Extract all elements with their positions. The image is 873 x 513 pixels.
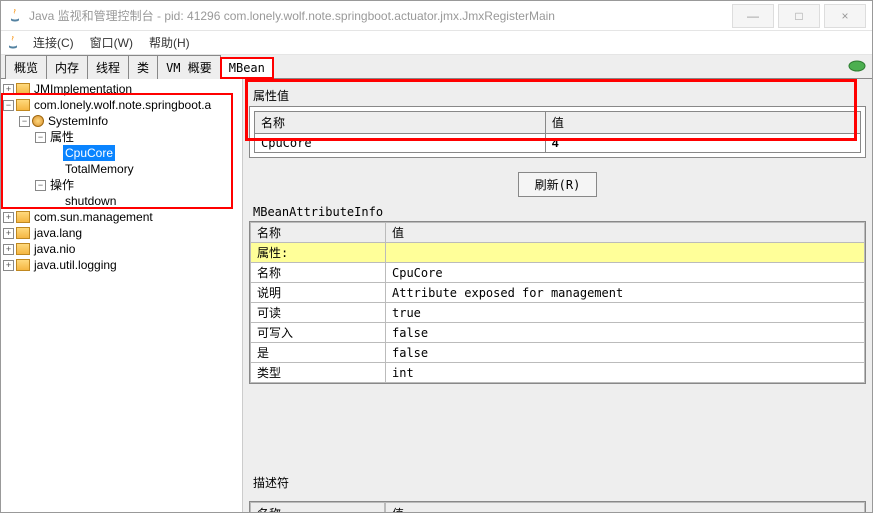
tree-node-totalmemory[interactable]: TotalMemory [63, 161, 136, 177]
attribute-value-table: 名称值 CpuCore4 [254, 111, 861, 153]
info-val [386, 243, 865, 263]
tab-mbean[interactable]: MBean [220, 57, 274, 79]
connection-status-icon [848, 59, 866, 73]
info-val: false [386, 343, 865, 363]
attr-value-cell[interactable]: 4 [545, 134, 860, 153]
collapse-icon[interactable]: − [35, 132, 46, 143]
bean-icon [32, 115, 44, 127]
col-name: 名称 [251, 223, 386, 243]
tree-node-cpucore[interactable]: CpuCore [63, 145, 115, 161]
tree-node-operations[interactable]: 操作 [48, 177, 76, 193]
collapse-icon[interactable]: − [19, 116, 30, 127]
tab-memory[interactable]: 内存 [46, 55, 88, 79]
info-val: int [386, 363, 865, 383]
col-value: 值 [385, 502, 865, 512]
tree-node-package[interactable]: com.lonely.wolf.note.springboot.a [32, 97, 213, 113]
folder-icon [16, 83, 30, 95]
refresh-button[interactable]: 刷新(R) [518, 172, 598, 197]
maximize-button[interactable]: □ [778, 4, 820, 28]
tab-threads[interactable]: 线程 [87, 55, 129, 79]
tree-node-sunmgmt[interactable]: com.sun.management [32, 209, 155, 225]
java-icon [7, 8, 23, 24]
info-val: true [386, 303, 865, 323]
tree-node-jmi[interactable]: JMImplementation [32, 81, 134, 97]
info-val: CpuCore [386, 263, 865, 283]
minimize-button[interactable]: — [732, 4, 774, 28]
tree-node-javanio[interactable]: java.nio [32, 241, 77, 257]
info-val: false [386, 323, 865, 343]
info-key: 类型 [251, 363, 386, 383]
tree-node-javalang[interactable]: java.lang [32, 225, 84, 241]
tree-node-systeminfo[interactable]: SystemInfo [46, 113, 110, 129]
info-key: 说明 [251, 283, 386, 303]
folder-icon [16, 259, 30, 271]
attr-name-cell[interactable]: CpuCore [255, 134, 546, 153]
tabbar: 概览 内存 线程 类 VM 概要 MBean [1, 55, 872, 79]
close-button[interactable]: × [824, 4, 866, 28]
mbean-tree-panel: +JMImplementation −com.lonely.wolf.note.… [1, 79, 243, 512]
expand-icon[interactable]: + [3, 228, 14, 239]
refresh-row: 刷新(R) [249, 166, 866, 203]
info-key: 名称 [251, 263, 386, 283]
menu-help[interactable]: 帮助(H) [141, 32, 198, 53]
folder-icon [16, 99, 30, 111]
info-key: 可写入 [251, 323, 386, 343]
tree-node-javalogging[interactable]: java.util.logging [32, 257, 119, 273]
mbean-tree[interactable]: +JMImplementation −com.lonely.wolf.note.… [3, 81, 240, 273]
window-controls: — □ × [728, 4, 866, 28]
collapse-icon[interactable]: − [35, 180, 46, 191]
attribute-value-title: 属性值 [249, 85, 866, 106]
info-key: 可读 [251, 303, 386, 323]
tab-overview[interactable]: 概览 [5, 55, 47, 79]
menubar: 连接(C) 窗口(W) 帮助(H) [1, 31, 872, 55]
expand-icon[interactable]: + [3, 260, 14, 271]
menu-window[interactable]: 窗口(W) [82, 32, 141, 53]
col-name: 名称 [255, 112, 546, 134]
descriptor-box: 名称 值 [249, 501, 866, 512]
details-panel: 属性值 名称值 CpuCore4 刷新(R) MBeanAttributeInf… [243, 79, 872, 512]
mbean-info-title: MBeanAttributeInfo [249, 203, 866, 221]
info-key: 属性: [251, 243, 386, 263]
folder-icon [16, 227, 30, 239]
menu-connect[interactable]: 连接(C) [25, 32, 82, 53]
tree-node-shutdown[interactable]: shutdown [63, 193, 118, 209]
info-val: Attribute exposed for management [386, 283, 865, 303]
col-value: 值 [386, 223, 865, 243]
tree-node-attributes[interactable]: 属性 [48, 129, 76, 145]
mbean-info-box: 名称值 属性: 名称CpuCore 说明Attribute exposed fo… [249, 221, 866, 384]
info-key: 是 [251, 343, 386, 363]
java-icon [5, 35, 21, 51]
folder-icon [16, 243, 30, 255]
content-area: +JMImplementation −com.lonely.wolf.note.… [1, 79, 872, 512]
mbean-info-table: 名称值 属性: 名称CpuCore 说明Attribute exposed fo… [250, 222, 865, 383]
tab-vm-summary[interactable]: VM 概要 [157, 55, 221, 79]
descriptor-title: 描述符 [249, 472, 866, 493]
col-name: 名称 [250, 502, 385, 512]
collapse-icon[interactable]: − [3, 100, 14, 111]
window-title: Java 监视和管理控制台 - pid: 41296 com.lonely.wo… [29, 7, 728, 24]
folder-icon [16, 211, 30, 223]
expand-icon[interactable]: + [3, 244, 14, 255]
attribute-value-box: 名称值 CpuCore4 [249, 106, 866, 158]
expand-icon[interactable]: + [3, 84, 14, 95]
col-value: 值 [545, 112, 860, 134]
tab-classes[interactable]: 类 [128, 55, 158, 79]
expand-icon[interactable]: + [3, 212, 14, 223]
titlebar: Java 监视和管理控制台 - pid: 41296 com.lonely.wo… [1, 1, 872, 31]
